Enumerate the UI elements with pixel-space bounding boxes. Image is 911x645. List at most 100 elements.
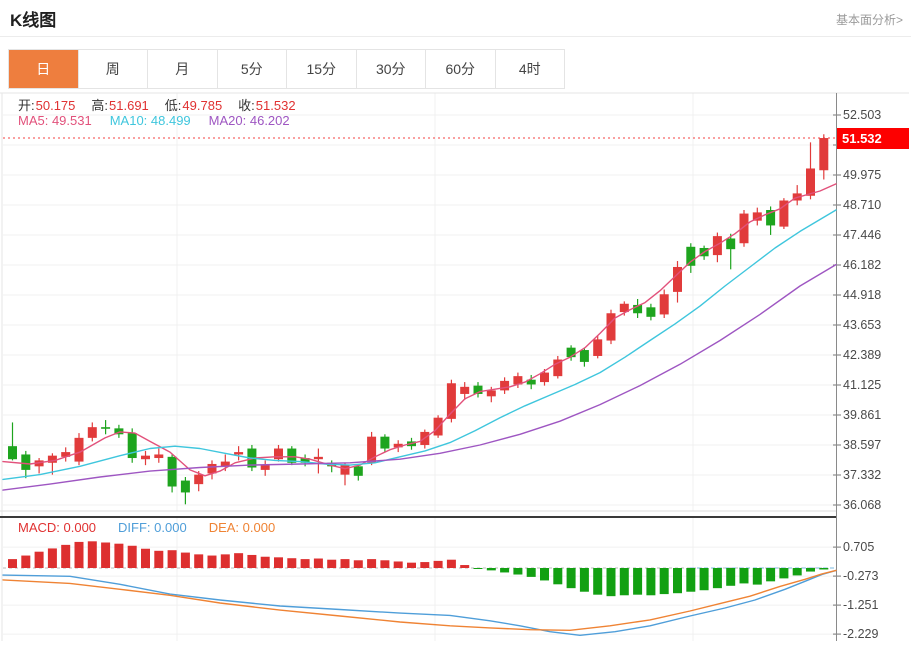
macd-histogram-bar [21, 555, 31, 568]
macd-histogram-bar [593, 568, 603, 595]
macd-histogram-bar [154, 550, 164, 568]
macd-histogram-bar [473, 568, 483, 569]
ma-readout: MA5: 49.531 MA10: 48.499 MA20: 46.202 [18, 113, 308, 128]
macd-histogram-bar [606, 568, 616, 597]
candle-body [180, 480, 190, 493]
price-axis-label: 38.597 [843, 438, 881, 452]
macd-histogram-bar [300, 559, 310, 568]
macd-histogram-bar [712, 568, 722, 589]
price-axis-label: 49.975 [843, 168, 881, 182]
macd-histogram-bar [353, 560, 363, 568]
dea-line [2, 569, 837, 631]
macd-histogram-bar [234, 553, 244, 568]
candle-body [313, 456, 323, 460]
price-axis-label: 44.918 [843, 288, 881, 302]
price-axis-label: 36.068 [843, 498, 881, 512]
macd-histogram-bar [380, 560, 390, 568]
price-axis-label: 52.503 [843, 108, 881, 122]
macd-histogram-bar [686, 568, 696, 592]
candle-body [141, 455, 150, 460]
macd-histogram-bar [367, 559, 377, 568]
macd-histogram-bar [47, 548, 57, 568]
macd-histogram-bar [566, 568, 576, 589]
candle-body [234, 452, 244, 455]
price-axis-label: 43.653 [843, 318, 881, 332]
macd-readout-1: DIFF: 0.000 [118, 520, 187, 535]
macd-histogram-bar [513, 568, 523, 575]
macd-axis-label: -0.273 [843, 569, 878, 583]
candle-body [486, 390, 496, 397]
macd-histogram-bar [500, 568, 510, 573]
macd-histogram-bar [526, 568, 536, 577]
macd-histogram-bar [127, 545, 137, 568]
candle-body [606, 313, 616, 341]
price-axis-label: 39.861 [843, 408, 881, 422]
candle-body [274, 448, 283, 460]
macd-histogram-bar [420, 562, 430, 568]
kline-page: K线图 基本面分析> 日周月5分15分30分60分4时 52.50351.239… [0, 0, 911, 645]
price-axis-label: 47.446 [843, 228, 881, 242]
candle-body [340, 465, 350, 475]
macd-histogram-bar [446, 559, 456, 568]
macd-histogram-bar [340, 559, 350, 568]
price-axis-label: 37.332 [843, 468, 881, 482]
macd-axis-label: 0.705 [843, 540, 874, 554]
macd-histogram-bar [792, 568, 802, 576]
ma-line-ma5 [2, 183, 837, 477]
candle-body [127, 433, 137, 459]
macd-histogram-bar [180, 552, 190, 568]
macd-histogram-bar [313, 558, 323, 568]
macd-histogram-bar [752, 568, 762, 585]
macd-axis-label: -2.229 [843, 627, 878, 641]
candle-body [540, 372, 549, 383]
macd-histogram-bar [393, 561, 403, 568]
ohlc-label-3: 收: [238, 98, 255, 113]
candle-body [21, 454, 31, 470]
candle-body [154, 454, 164, 459]
candle-body [579, 350, 589, 362]
macd-histogram-bar [673, 568, 682, 594]
macd-histogram-bar [619, 568, 629, 596]
ohlc-label-0: 开: [18, 98, 35, 113]
macd-histogram-bar [633, 568, 643, 595]
diff-line [2, 569, 837, 636]
ohlc-readout: 开:50.175 高:51.691 低:49.785 收:51.532 [18, 95, 312, 114]
ohlc-value-2: 49.785 [182, 98, 223, 113]
ohlc-value-3: 51.532 [255, 98, 296, 113]
macd-histogram-bar [74, 541, 84, 568]
current-price-tag: 51.532 [837, 128, 909, 149]
macd-histogram-bar [247, 554, 257, 568]
macd-histogram-bar [34, 551, 44, 568]
macd-axis-label: -1.251 [843, 598, 878, 612]
macd-histogram-bar [207, 555, 217, 568]
candle-body [167, 456, 177, 487]
candle-body [806, 168, 815, 196]
macd-histogram-bar [327, 559, 337, 568]
candle-body [500, 380, 510, 391]
candle-body [646, 307, 656, 317]
macd-histogram-bar [699, 568, 709, 591]
macd-histogram-bar [61, 544, 71, 568]
price-axis-label: 41.125 [843, 378, 881, 392]
ma-readout-0: MA5: 49.531 [18, 113, 92, 128]
macd-histogram-bar [220, 554, 230, 568]
price-axis-label: 42.389 [843, 348, 881, 362]
candle-body [460, 386, 470, 394]
ma-readout-1: MA10: 48.499 [109, 113, 191, 128]
ohlc-label-2: 低: [164, 98, 182, 113]
macd-histogram-bar [8, 559, 17, 568]
candle-body [819, 138, 829, 171]
macd-histogram-bar [659, 568, 669, 595]
panel-divider [0, 516, 837, 518]
macd-histogram-bar [819, 568, 829, 570]
candle-body [659, 294, 669, 315]
macd-histogram-bar [486, 568, 496, 571]
candle-body [101, 427, 111, 429]
candle-body [353, 466, 363, 476]
macd-histogram-bar [114, 543, 124, 568]
macd-histogram-bar [766, 568, 776, 582]
macd-histogram-bar [274, 557, 283, 568]
macd-histogram-bar [460, 565, 470, 568]
macd-histogram-bar [806, 568, 815, 572]
macd-histogram-bar [726, 568, 736, 586]
